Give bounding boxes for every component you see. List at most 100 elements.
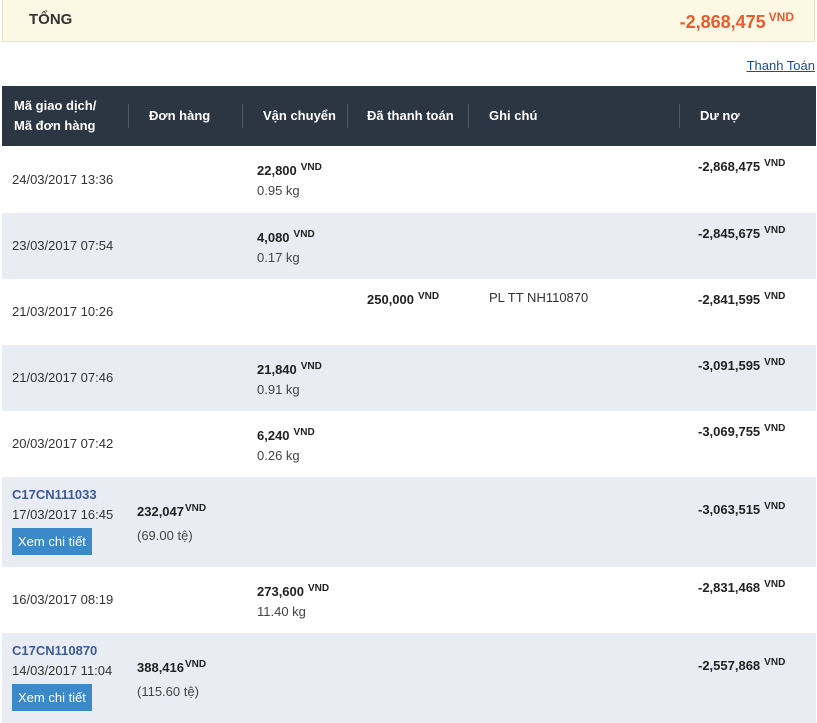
- shipping-amount: 4,080 VND: [257, 225, 348, 248]
- order-date: 14/03/2017 11:04: [12, 663, 113, 678]
- cell-balance: -3,069,755 VND: [680, 411, 816, 477]
- header-note: Ghi chú: [469, 86, 680, 146]
- order-value: 388,416: [137, 659, 184, 675]
- cell-note: [469, 633, 680, 723]
- header-balance-label: Dư nợ: [700, 108, 740, 123]
- shipping-amount: 21,840 VND: [257, 357, 348, 380]
- shipping-weight: 0.91 kg: [257, 381, 300, 397]
- transaction-table: Mã giao dịch/ Mã đơn hàng Đơn hàng Vận c…: [2, 86, 816, 723]
- balance-amount: -3,091,595 VND: [698, 353, 816, 376]
- shipping-value: 4,080: [257, 229, 290, 245]
- order-date: 17/03/2017 16:45: [12, 507, 114, 522]
- balance-value: -3,069,755: [698, 424, 761, 439]
- view-detail-button[interactable]: Xem chi tiết: [12, 684, 92, 711]
- cell-date: 20/03/2017 07:42: [2, 411, 129, 477]
- cell-date: 23/03/2017 07:54: [2, 213, 129, 279]
- table-row: 20/03/2017 07:42 6,240 VND 0.26 kg -3,069…: [2, 411, 816, 477]
- cell-code-date: C17CN111033 17/03/2017 16:45 Xem chi tiế…: [2, 477, 129, 567]
- table-row: 16/03/2017 08:19 273,600 VND 11.40 kg -2,…: [2, 567, 816, 633]
- currency-label: VND: [185, 658, 207, 670]
- cell-note: [469, 477, 680, 567]
- cell-paid: [348, 567, 469, 633]
- cell-shipping: 4,080 VND 0.17 kg: [243, 213, 348, 279]
- cell-balance: -3,063,515 VND: [680, 477, 816, 567]
- total-amount-value: -2,868,475: [679, 12, 766, 32]
- cell-date: 21/03/2017 07:46: [2, 345, 129, 411]
- balance-amount: -3,063,515 VND: [698, 497, 816, 520]
- order-amount: 232,047VND: [137, 499, 243, 522]
- cell-paid: [348, 477, 469, 567]
- balance-amount: -2,845,675 VND: [698, 221, 816, 244]
- total-label: TỔNG: [29, 11, 73, 28]
- cell-order: [129, 279, 243, 345]
- currency-label: VND: [764, 357, 786, 368]
- paid-amount: 250,000 VND: [367, 287, 469, 310]
- header-note-label: Ghi chú: [489, 108, 538, 123]
- table-row: C17CN111033 17/03/2017 16:45 Xem chi tiế…: [2, 477, 816, 567]
- balance-amount: -2,841,595 VND: [698, 287, 816, 310]
- cell-shipping: 21,840 VND 0.91 kg: [243, 345, 348, 411]
- cell-order: [129, 411, 243, 477]
- shipping-value: 21,840: [257, 361, 297, 377]
- shipping-amount: 22,800 VND: [257, 158, 348, 181]
- currency-label: VND: [764, 158, 786, 169]
- table-header-row: Mã giao dịch/ Mã đơn hàng Đơn hàng Vận c…: [2, 86, 816, 146]
- balance-value: -2,868,475: [698, 159, 761, 174]
- cell-date: 21/03/2017 10:26: [2, 279, 129, 345]
- shipping-weight: 11.40 kg: [257, 603, 306, 619]
- order-amount-cny: (115.60 tệ): [137, 683, 199, 699]
- order-amount: 388,416VND: [137, 655, 243, 678]
- shipping-value: 22,800: [257, 163, 297, 178]
- cell-shipping: [243, 633, 348, 723]
- header-paid: Đã thanh toán: [348, 86, 469, 146]
- currency-label: VND: [418, 291, 440, 302]
- total-amount: -2,868,475 VND: [680, 10, 794, 33]
- cell-order: [129, 213, 243, 279]
- cell-paid: [348, 345, 469, 411]
- view-detail-button[interactable]: Xem chi tiết: [12, 528, 92, 555]
- table-row: 24/03/2017 13:36 22,800 VND 0.95 kg -2,86…: [2, 146, 816, 213]
- currency-label: VND: [300, 360, 322, 372]
- header-txn-line2: Mã đơn hàng: [14, 118, 96, 133]
- shipping-weight: 0.95 kg: [257, 183, 300, 198]
- cell-order: [129, 345, 243, 411]
- currency-label: VND: [293, 228, 315, 240]
- cell-date: 24/03/2017 13:36: [2, 146, 129, 213]
- header-order-label: Đơn hàng: [149, 108, 211, 123]
- balance-value: -3,063,515: [698, 502, 761, 517]
- cell-shipping: [243, 477, 348, 567]
- header-transaction-code: Mã giao dịch/ Mã đơn hàng: [2, 86, 129, 146]
- cell-paid: [348, 411, 469, 477]
- balance-amount: -2,557,868 VND: [698, 653, 816, 676]
- cell-balance: -3,091,595 VND: [680, 345, 816, 411]
- currency-label: VND: [764, 291, 786, 302]
- cell-paid: [348, 633, 469, 723]
- balance-value: -2,557,868: [698, 658, 761, 673]
- header-balance: Dư nợ: [680, 86, 816, 146]
- balance-amount: -3,069,755 VND: [698, 419, 816, 442]
- table-row: C17CN110870 14/03/2017 11:04 Xem chi tiế…: [2, 633, 816, 723]
- table-row: 23/03/2017 07:54 4,080 VND 0.17 kg -2,845…: [2, 213, 816, 279]
- cell-shipping: 6,240 VND 0.26 kg: [243, 411, 348, 477]
- currency-label: VND: [300, 162, 322, 173]
- balance-amount: -2,831,468 VND: [698, 575, 816, 598]
- order-code: C17CN111033: [12, 487, 97, 502]
- cell-order: 388,416VND (115.60 tệ): [129, 633, 243, 723]
- shipping-weight: 0.26 kg: [257, 447, 300, 463]
- currency-label: VND: [764, 657, 786, 668]
- cell-shipping: 22,800 VND 0.95 kg: [243, 146, 348, 213]
- currency-label: VND: [764, 423, 786, 434]
- table-row: 21/03/2017 07:46 21,840 VND 0.91 kg -3,09…: [2, 345, 816, 411]
- header-shipping: Vận chuyển: [243, 86, 348, 146]
- shipping-value: 273,600: [257, 583, 304, 599]
- cell-note: [469, 213, 680, 279]
- pay-link[interactable]: Thanh Toán: [747, 58, 815, 73]
- cell-note: [469, 411, 680, 477]
- cell-order: [129, 146, 243, 213]
- order-code: C17CN110870: [12, 643, 98, 658]
- cell-paid: 250,000 VND: [348, 279, 469, 345]
- balance-amount: -2,868,475 VND: [698, 154, 816, 177]
- total-currency: VND: [768, 10, 794, 24]
- balance-value: -2,845,675: [698, 226, 761, 241]
- shipping-value: 6,240: [257, 427, 290, 443]
